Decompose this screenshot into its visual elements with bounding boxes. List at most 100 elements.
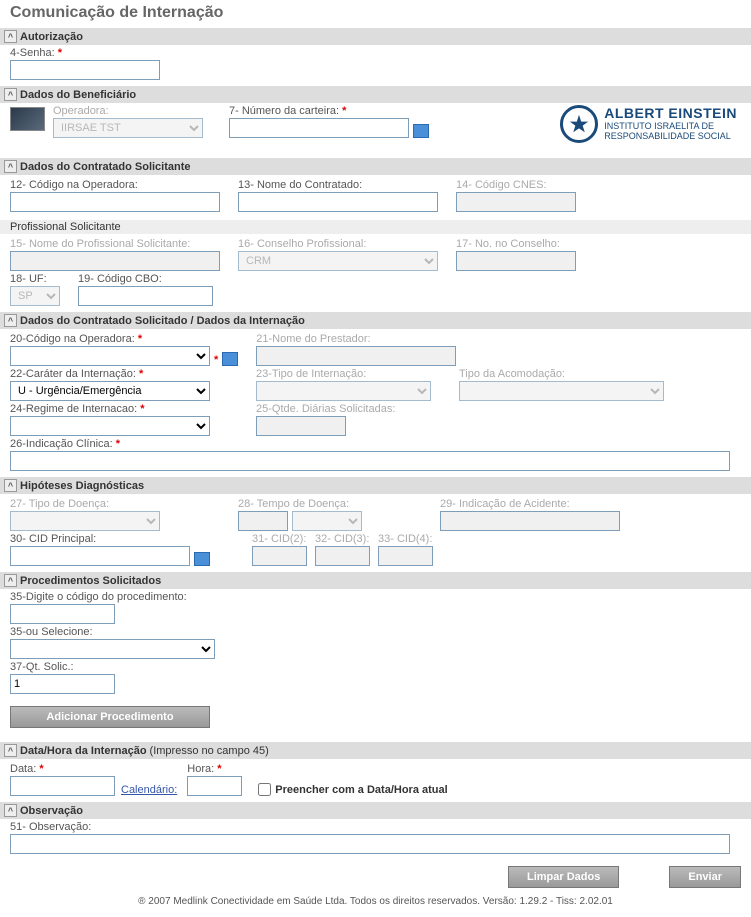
section-suffix: (Impresso no campo 45) — [150, 745, 269, 757]
collapse-icon[interactable]: ^ — [4, 804, 17, 817]
tempo-doenca-label: 28- Tempo de Doença: — [238, 498, 362, 510]
senha-input[interactable] — [10, 60, 160, 80]
preencher-checkbox[interactable] — [258, 783, 271, 796]
qt-label: 37-Qt. Solic.: — [10, 661, 741, 673]
indicacao-input[interactable] — [10, 451, 730, 471]
prof-subheader: Profissional Solicitante — [0, 220, 751, 234]
diarias-label: 25-Qtde. Diárias Solicitadas: — [256, 403, 395, 415]
section-title: Dados do Beneficiário — [20, 89, 136, 101]
section-beneficiario-header: ^ Dados do Beneficiário — [0, 86, 751, 103]
hora-input[interactable] — [187, 776, 242, 796]
indicacao-label: 26-Indicação Clínica: * — [10, 438, 741, 450]
nome-cont-label: 13- Nome do Contratado: — [238, 179, 438, 191]
cid-principal-input[interactable] — [10, 546, 190, 566]
cid2-label: 31- CID(2): — [252, 533, 307, 545]
tipo-doenca-label: 27- Tipo de Doença: — [10, 498, 160, 510]
collapse-icon[interactable]: ^ — [4, 314, 17, 327]
nome-prof-input — [10, 251, 220, 271]
section-title: Dados do Contratado Solicitado / Dados d… — [20, 315, 305, 327]
nome-prest-input — [256, 346, 456, 366]
section-title: Observação — [20, 805, 83, 817]
cid3-label: 32- CID(3): — [315, 533, 370, 545]
section-solicitante-header: ^ Dados do Contratado Solicitante — [0, 158, 751, 175]
nome-prest-label: 21-Nome do Prestador: — [256, 333, 456, 345]
nome-prof-label: 15- Nome do Profissional Solicitante: — [10, 238, 220, 250]
cid-principal-label: 30- CID Principal: — [10, 533, 210, 545]
collapse-icon[interactable]: ^ — [4, 744, 17, 757]
section-procedimentos-header: ^ Procedimentos Solicitados — [0, 572, 751, 589]
no-conselho-label: 17- No. no Conselho: — [456, 238, 576, 250]
section-title: Autorização — [20, 31, 83, 43]
hora-label: Hora: * — [187, 763, 242, 775]
limpar-button[interactable]: Limpar Dados — [508, 866, 619, 888]
tempo-doenca-unit — [292, 511, 362, 531]
uf-label: 18- UF: — [10, 273, 60, 285]
operadora-label: Operadora: — [53, 105, 203, 117]
collapse-icon[interactable]: ^ — [4, 574, 17, 587]
logo-line3: RESPONSABILIDADE SOCIAL — [604, 132, 737, 142]
section-title: Hipóteses Diagnósticas — [20, 480, 144, 492]
tipo-acom-label: Tipo da Acomodação: — [459, 368, 664, 380]
lookup-icon[interactable] — [222, 352, 238, 366]
regime-select[interactable] — [10, 416, 210, 436]
cid4-label: 33- CID(4): — [378, 533, 433, 545]
conselho-select: CRM — [238, 251, 438, 271]
section-title: Data/Hora da Internação — [20, 745, 147, 757]
diarias-input — [256, 416, 346, 436]
section-autorizacao-header: ^ Autorização — [0, 28, 751, 45]
cbo-input[interactable] — [78, 286, 213, 306]
carteira-input[interactable] — [229, 118, 409, 138]
operadora-select: IIRSAE TST — [53, 118, 203, 138]
section-title: Dados do Contratado Solicitante — [20, 161, 191, 173]
digite-input[interactable] — [10, 604, 115, 624]
section-hipoteses-header: ^ Hipóteses Diagnósticas — [0, 477, 751, 494]
conselho-label: 16- Conselho Profissional: — [238, 238, 438, 250]
selecione-label: 35-ou Selecione: — [10, 626, 741, 638]
codigo-op-input[interactable] — [10, 192, 220, 212]
qt-input[interactable] — [10, 674, 115, 694]
tipo-int-select — [256, 381, 431, 401]
collapse-icon[interactable]: ^ — [4, 30, 17, 43]
cnes-input — [456, 192, 576, 212]
lookup-icon[interactable] — [413, 124, 429, 138]
senha-label: 4-Senha: * — [10, 47, 741, 59]
carteira-label: 7- Número da carteira: * — [229, 105, 429, 117]
calendario-link[interactable]: Calendário: — [121, 784, 177, 796]
cid4-input — [378, 546, 433, 566]
obs-input[interactable] — [10, 834, 730, 854]
cnes-label: 14- Código CNES: — [456, 179, 576, 191]
collapse-icon[interactable]: ^ — [4, 160, 17, 173]
int-codigo-select[interactable] — [10, 346, 210, 366]
section-datahora-header: ^ Data/Hora da Internação (Impresso no c… — [0, 742, 751, 759]
carater-label: 22-Caráter da Internação: * — [10, 368, 210, 380]
enviar-button[interactable]: Enviar — [669, 866, 741, 888]
section-internacao-header: ^ Dados do Contratado Solicitado / Dados… — [0, 312, 751, 329]
indic-acidente-label: 29- Indicação de Acidente: — [440, 498, 620, 510]
indic-acidente-input — [440, 511, 620, 531]
nome-cont-input[interactable] — [238, 192, 438, 212]
page-title: Comunicação de Internação — [0, 0, 751, 28]
section-observacao-header: ^ Observação — [0, 802, 751, 819]
logo-name: ALBERT EINSTEIN — [604, 106, 737, 121]
card-image — [10, 107, 45, 131]
digite-label: 35-Digite o código do procedimento: — [10, 591, 741, 603]
cbo-label: 19- Código CBO: — [78, 273, 213, 285]
section-title: Procedimentos Solicitados — [20, 575, 161, 587]
data-input[interactable] — [10, 776, 115, 796]
star-icon — [560, 105, 598, 143]
cid2-input — [252, 546, 307, 566]
collapse-icon[interactable]: ^ — [4, 88, 17, 101]
add-procedimento-button[interactable]: Adicionar Procedimento — [10, 706, 210, 728]
tipo-acom-select — [459, 381, 664, 401]
logo: ALBERT EINSTEIN INSTITUTO ISRAELITA DE R… — [560, 105, 737, 143]
uf-select: SP — [10, 286, 60, 306]
collapse-icon[interactable]: ^ — [4, 479, 17, 492]
carater-select[interactable]: U - Urgência/Emergência — [10, 381, 210, 401]
cid3-input — [315, 546, 370, 566]
selecione-select[interactable] — [10, 639, 215, 659]
lookup-icon[interactable] — [194, 552, 210, 566]
tipo-doenca-select — [10, 511, 160, 531]
preencher-label: Preencher com a Data/Hora atual — [275, 784, 447, 796]
no-conselho-input — [456, 251, 576, 271]
regime-label: 24-Regime de Internacao: * — [10, 403, 210, 415]
